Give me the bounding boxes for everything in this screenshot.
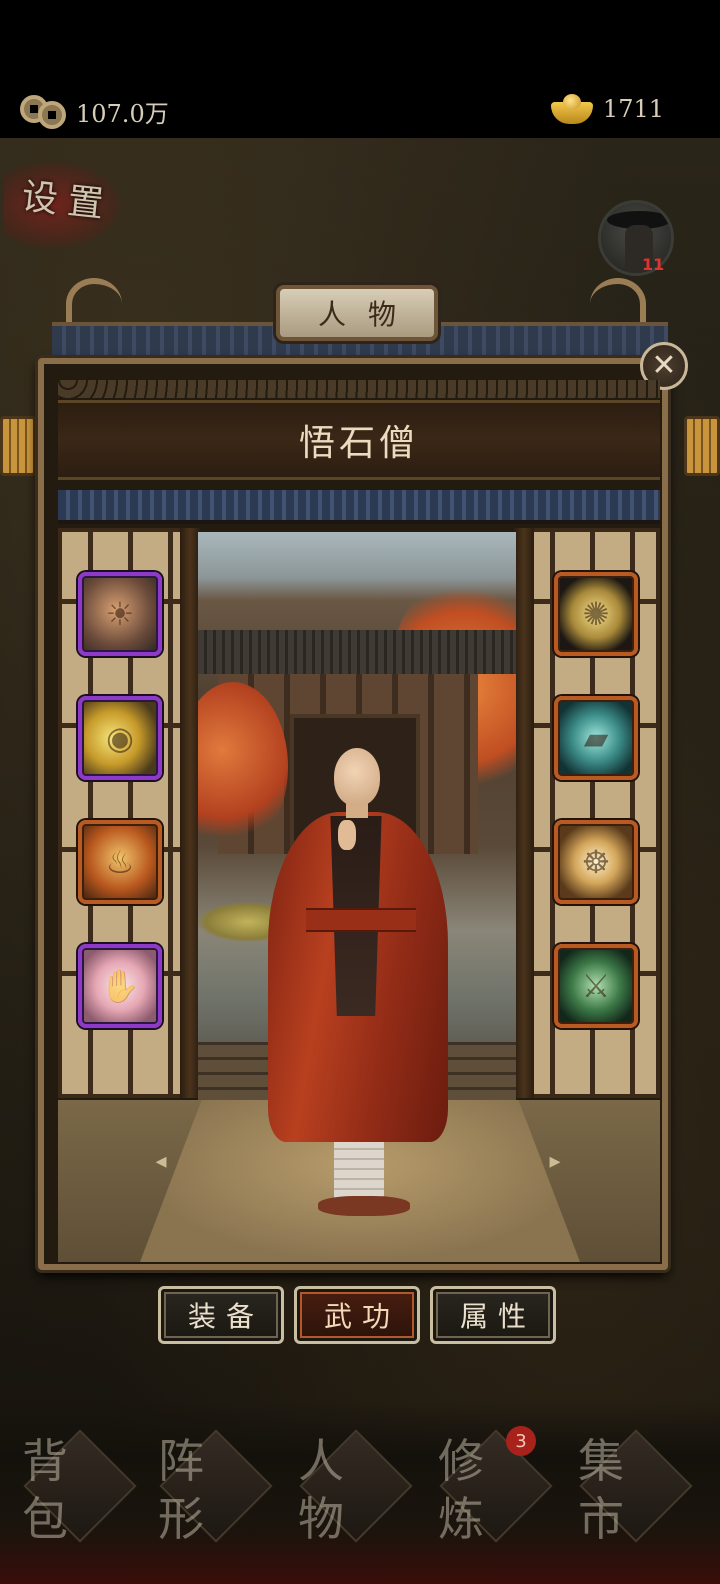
buddha-palm-skill-icon[interactable]: ✋	[78, 944, 162, 1028]
monk-sash	[306, 908, 416, 932]
rotate-right-arrow-icon[interactable]: ▸	[540, 1150, 570, 1174]
nav-label: 集市	[578, 1434, 654, 1546]
lion-roar-skill-icon[interactable]: ☀	[78, 572, 162, 656]
pillar-left	[180, 528, 200, 1098]
nav-market[interactable]: 集市	[570, 1426, 702, 1556]
settings-button[interactable]: 设置	[20, 167, 117, 228]
combat-stance-skill-icon[interactable]: ⚔	[554, 944, 638, 1028]
rotate-left-arrow-icon[interactable]: ◂	[146, 1150, 176, 1174]
coin-amount: 107.0万	[76, 100, 169, 128]
gold-ingot-icon	[550, 94, 593, 124]
nav-notification-badge: 3	[506, 1426, 536, 1456]
nav-label: 修炼	[438, 1434, 514, 1546]
gold-amount: 1711	[602, 95, 664, 123]
tab-attributes[interactable]: 属性	[430, 1286, 556, 1344]
golden-emblem-skill-icon[interactable]: ✺	[554, 572, 638, 656]
coin-balance: 107.0万	[20, 94, 169, 129]
monk-feet	[318, 1196, 410, 1216]
monk-head	[334, 748, 380, 806]
temple-roof	[198, 630, 516, 674]
status-bar: 107.0万 1711	[0, 0, 720, 138]
panel-title: 人物	[276, 285, 438, 341]
monk-legs	[334, 1142, 384, 1198]
nav-formation[interactable]: 阵形	[150, 1426, 282, 1556]
panel-tabs: 装备 武功 属性	[158, 1286, 558, 1344]
tab-martial-arts[interactable]: 武功	[294, 1286, 420, 1344]
nav-backpack[interactable]: 背包	[14, 1426, 146, 1556]
lantern-left	[0, 416, 36, 476]
tab-equipment[interactable]: 装备	[158, 1286, 284, 1344]
pillar-right	[514, 528, 534, 1098]
lantern-right	[684, 416, 720, 476]
nav-label: 人物	[298, 1434, 374, 1546]
coin-icon	[20, 94, 66, 129]
scroll-skill-icon[interactable]: ▰	[554, 696, 638, 780]
golden-light-skill-icon[interactable]: ◉	[78, 696, 162, 780]
nav-label: 背包	[22, 1434, 98, 1546]
banner-decoration	[58, 380, 660, 398]
character-name: 悟石僧	[58, 400, 660, 480]
character-portrait[interactable]	[258, 748, 458, 1226]
nav-training[interactable]: 修炼 3	[430, 1426, 562, 1556]
eave-tiles	[58, 490, 660, 524]
nav-character[interactable]: 人物	[290, 1426, 422, 1556]
avatar-level-badge: 11	[642, 255, 665, 274]
monk-hand	[338, 820, 356, 850]
nav-label: 阵形	[158, 1434, 234, 1546]
dragon-skill-icon[interactable]: ♨	[78, 820, 162, 904]
gold-balance: 1711	[550, 94, 664, 124]
meditating-buddha-skill-icon[interactable]: ☸	[554, 820, 638, 904]
